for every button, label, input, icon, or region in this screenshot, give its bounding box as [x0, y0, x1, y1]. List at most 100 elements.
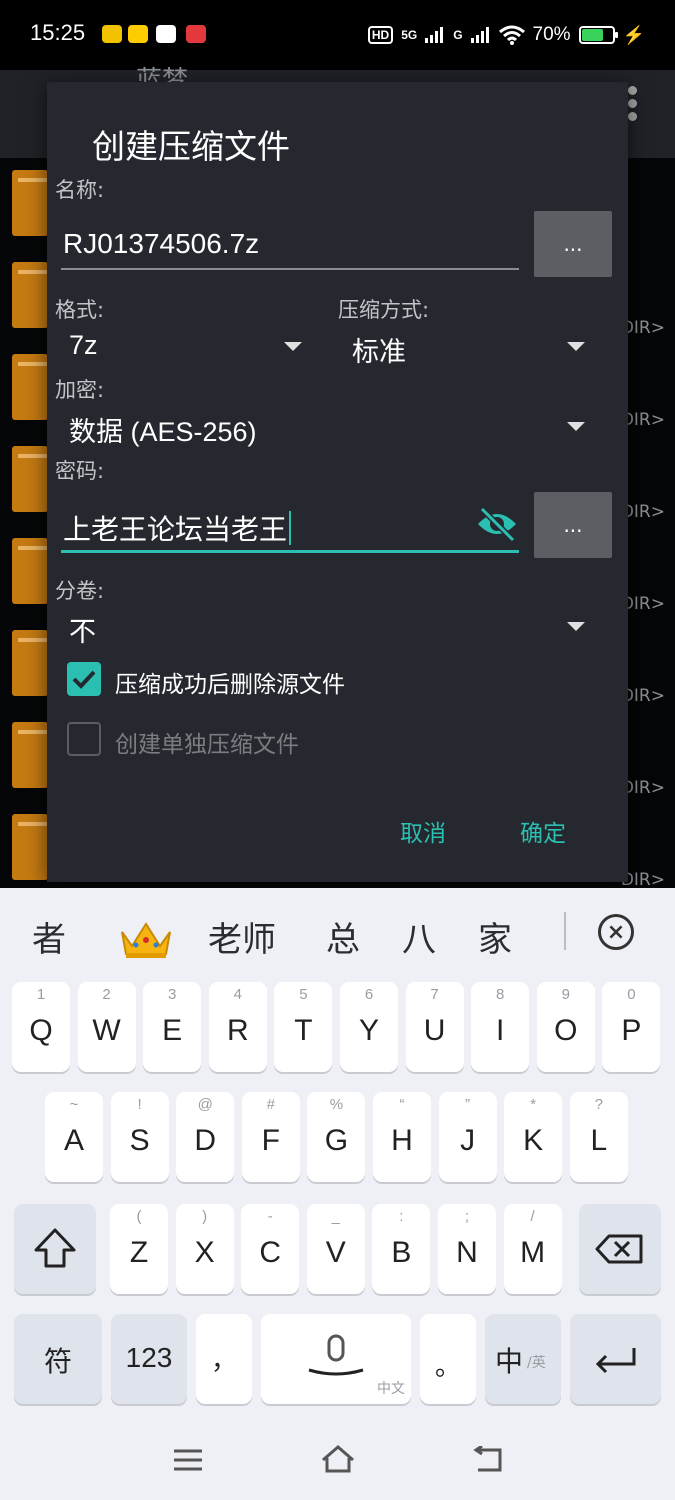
- folder-icon[interactable]: [12, 354, 48, 420]
- format-dropdown-arrow-icon[interactable]: [284, 342, 302, 351]
- sync-app-icon: [156, 25, 176, 43]
- key-j[interactable]: ” J: [438, 1092, 497, 1182]
- key-hint: 1: [36, 986, 46, 1003]
- key-h[interactable]: “H: [373, 1092, 431, 1182]
- key-b[interactable]: :B: [372, 1204, 431, 1294]
- dialog-title: 创建压缩文件: [92, 127, 290, 166]
- key-label: M: [520, 1236, 546, 1269]
- comma-key[interactable]: ，: [196, 1314, 252, 1404]
- key-o[interactable]: 9O: [536, 982, 595, 1072]
- folder-icon[interactable]: [12, 630, 48, 696]
- key-p[interactable]: 0P: [602, 982, 661, 1072]
- period-key-label: 。: [434, 1351, 461, 1381]
- period-key[interactable]: 。: [420, 1314, 476, 1404]
- candidate-word[interactable]: 总: [326, 912, 360, 961]
- key-hint: 5: [299, 986, 308, 1003]
- key-hint: (: [136, 1208, 142, 1225]
- browse-location-button[interactable]: ...: [534, 211, 612, 277]
- key-label: D: [194, 1124, 217, 1157]
- folder-icon[interactable]: [12, 446, 48, 512]
- g-signal-icon: G: [453, 28, 463, 42]
- candidate-word[interactable]: 者: [32, 912, 66, 961]
- key-label: Q: [29, 1014, 53, 1047]
- key-w[interactable]: 2W: [77, 982, 136, 1072]
- key-x[interactable]: ) X: [175, 1204, 234, 1294]
- key-label: Z: [129, 1236, 149, 1269]
- folder-icon[interactable]: [12, 538, 48, 604]
- key-d[interactable]: @ D: [176, 1092, 235, 1182]
- candidate-word[interactable]: 八: [402, 912, 436, 961]
- space-key[interactable]: 中文: [261, 1314, 411, 1404]
- key-v[interactable]: _ V: [306, 1204, 365, 1294]
- language-switch-key[interactable]: 中 /英: [485, 1314, 561, 1404]
- name-label: 名称:: [55, 178, 105, 202]
- folder-icon[interactable]: [12, 722, 48, 788]
- folder-icon[interactable]: [12, 170, 48, 236]
- key-m[interactable]: / M: [503, 1204, 562, 1294]
- split-volume-select[interactable]: 不: [69, 610, 96, 649]
- more-options-icon[interactable]: [628, 86, 638, 125]
- key-c[interactable]: -C: [241, 1204, 300, 1294]
- key-a[interactable]: ~ A: [45, 1092, 103, 1182]
- close-candidates-icon[interactable]: ×: [598, 914, 634, 950]
- separate-archives-checkbox[interactable]: [67, 722, 101, 756]
- key-r[interactable]: 4R: [208, 982, 267, 1072]
- key-z[interactable]: (Z: [110, 1204, 168, 1294]
- encryption-dropdown-arrow-icon[interactable]: [567, 422, 585, 431]
- enter-key[interactable]: [570, 1314, 661, 1404]
- candidate-word[interactable]: 老师: [208, 912, 276, 961]
- back-nav-icon[interactable]: [472, 1446, 504, 1474]
- key-e[interactable]: 3E: [143, 982, 202, 1072]
- shift-key[interactable]: [14, 1204, 96, 1294]
- symbols-key[interactable]: 符: [14, 1314, 102, 1404]
- battery-icon: [578, 26, 618, 44]
- folder-icon[interactable]: [12, 814, 48, 880]
- checkmark-icon: [72, 670, 96, 689]
- backspace-key[interactable]: [579, 1204, 661, 1294]
- ok-button[interactable]: 确定: [520, 814, 566, 848]
- key-hint: 2: [102, 986, 111, 1003]
- password-label: 密码:: [55, 459, 105, 483]
- key-label: B: [391, 1236, 412, 1269]
- key-n[interactable]: ; N: [438, 1204, 496, 1294]
- key-g[interactable]: % G: [307, 1092, 366, 1182]
- menu-nav-icon[interactable]: [172, 1448, 204, 1472]
- key-u[interactable]: 7U: [405, 982, 464, 1072]
- delete-source-checkbox[interactable]: [67, 662, 101, 696]
- key-label: X: [194, 1236, 215, 1269]
- split-dropdown-arrow-icon[interactable]: [567, 622, 585, 631]
- key-hint: @: [197, 1096, 213, 1113]
- archive-name-input[interactable]: RJ01374506.7z: [63, 228, 259, 260]
- key-t[interactable]: 5T: [274, 982, 333, 1072]
- key-label: N: [456, 1236, 478, 1269]
- cancel-button[interactable]: 取消: [400, 814, 446, 848]
- key-s[interactable]: ! S: [110, 1092, 169, 1182]
- format-label: 格式:: [55, 298, 105, 322]
- separate-archives-label[interactable]: 创建单独压缩文件: [115, 725, 299, 759]
- compression-method-select[interactable]: 标准: [352, 330, 406, 369]
- password-options-button[interactable]: ...: [534, 492, 612, 558]
- candidate-word[interactable]: 家: [478, 912, 512, 961]
- key-k[interactable]: * K: [504, 1092, 563, 1182]
- password-visibility-icon[interactable]: [475, 506, 519, 542]
- password-input[interactable]: 上老王论坛当老王: [63, 508, 292, 548]
- format-select[interactable]: 7z: [69, 330, 98, 361]
- battery-percent: 70%: [532, 24, 571, 45]
- key-hint: 3: [168, 986, 177, 1003]
- key-q[interactable]: 1Q: [12, 982, 70, 1072]
- name-underline: [61, 268, 519, 270]
- key-l[interactable]: ? L: [569, 1092, 628, 1182]
- encryption-label: 加密:: [55, 378, 105, 402]
- folder-icon[interactable]: [12, 262, 48, 328]
- key-y[interactable]: 6Y: [340, 982, 398, 1072]
- create-archive-dialog: 创建压缩文件 名称: RJ01374506.7z ... 格式: 7z 压缩方式…: [47, 82, 628, 882]
- delete-source-label[interactable]: 压缩成功后删除源文件: [115, 665, 345, 699]
- key-f[interactable]: # F: [241, 1092, 300, 1182]
- key-label: U: [423, 1014, 446, 1047]
- crown-emoji-icon[interactable]: [118, 920, 174, 960]
- home-nav-icon[interactable]: [320, 1444, 356, 1474]
- method-dropdown-arrow-icon[interactable]: [567, 342, 585, 351]
- encryption-select[interactable]: 数据 (AES-256): [69, 410, 257, 449]
- key-i[interactable]: 8I: [471, 982, 530, 1072]
- numbers-key[interactable]: 123: [111, 1314, 187, 1404]
